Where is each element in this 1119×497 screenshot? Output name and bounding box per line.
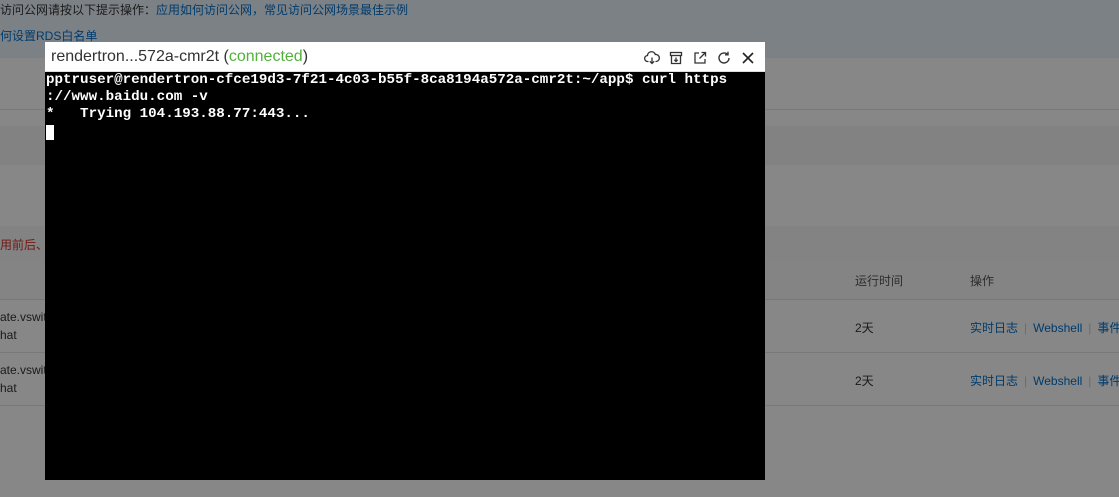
dialog-title: rendertron...572a-cmr2t (connected) [51, 48, 309, 65]
terminal-output[interactable]: pptruser@rendertron-cfce19d3-7f21-4c03-b… [45, 72, 765, 480]
terminal-cursor-line [46, 123, 765, 140]
refresh-icon[interactable] [715, 49, 733, 67]
connection-status: connected [228, 48, 303, 65]
close-icon[interactable] [739, 49, 757, 67]
dialog-toolbar [643, 49, 757, 67]
external-link-icon[interactable] [691, 49, 709, 67]
terminal-line: * Trying 104.193.88.77:443... [46, 106, 310, 122]
dialog-titlebar[interactable]: rendertron...572a-cmr2t (connected) [45, 42, 765, 72]
webshell-dialog: rendertron...572a-cmr2t (connected) pptr… [45, 42, 765, 480]
download-icon[interactable] [643, 49, 661, 67]
terminal-cursor [46, 125, 54, 140]
archive-icon[interactable] [667, 49, 685, 67]
terminal-line: pptruser@rendertron-cfce19d3-7f21-4c03-b… [46, 72, 728, 88]
pod-name: rendertron...572a-cmr2t [51, 48, 220, 65]
terminal-line: ://www.baidu.com -v [46, 89, 208, 105]
